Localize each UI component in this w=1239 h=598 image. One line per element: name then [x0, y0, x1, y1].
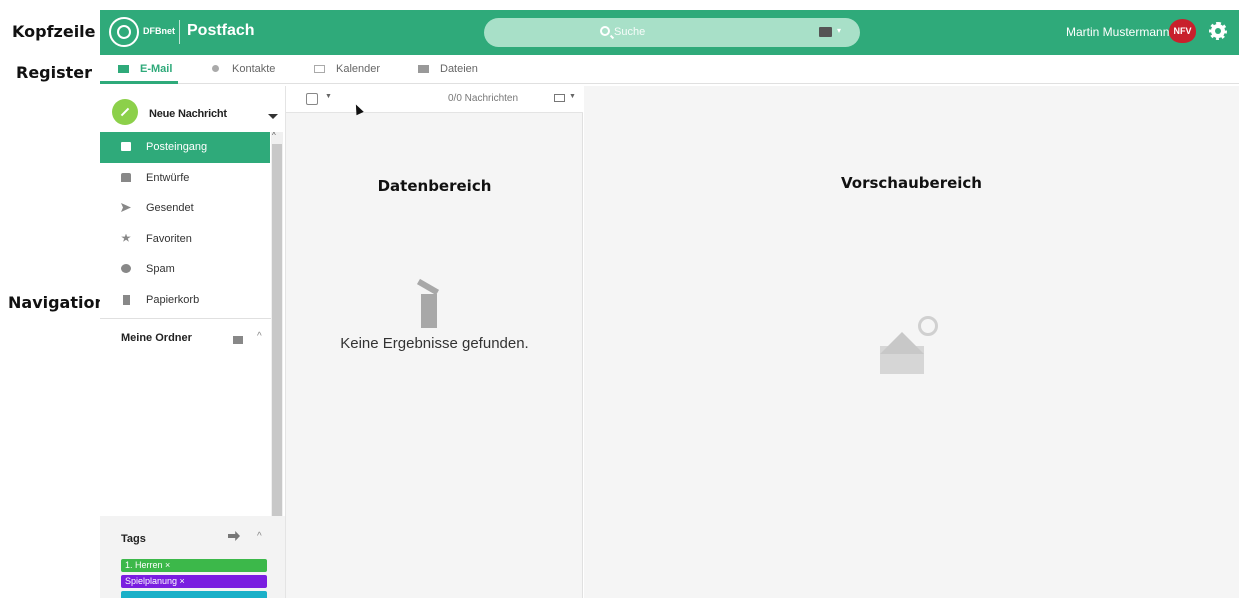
folder-list: Posteingang Entwürfe Gesendet Favoriten …	[100, 132, 270, 315]
preview-area-label: Vorschaubereich	[841, 174, 982, 192]
navigation-sidebar: Neue Nachricht Posteingang Entwürfe Gese…	[100, 86, 285, 598]
club-logo-icon[interactable]: NFV	[1169, 19, 1196, 43]
envelope-sort-icon[interactable]	[554, 94, 565, 102]
search-bar[interactable]: ▾	[484, 18, 860, 47]
tab-label: Dateien	[440, 63, 478, 75]
search-filter-icon[interactable]	[819, 27, 832, 37]
data-pane: ▼ 0/0 Nachrichten ▼ Datenbereich Keine E…	[285, 86, 583, 598]
open-envelope-at-icon	[880, 316, 938, 378]
message-toolbar: ▼ 0/0 Nachrichten ▼	[286, 86, 583, 113]
draft-icon	[121, 172, 131, 182]
tab-label: Kalender	[336, 63, 381, 75]
calendar-icon	[314, 65, 325, 73]
star-icon	[121, 233, 131, 242]
app-title: Postfach	[187, 22, 255, 39]
message-count: 0/0 Nachrichten	[448, 93, 519, 104]
folder-label: Posteingang	[146, 141, 208, 153]
annotation-register: Register	[16, 63, 93, 82]
sidebar-scrollbar[interactable]: ^	[271, 131, 283, 516]
folder-label: Entwürfe	[146, 171, 190, 184]
chevron-up-icon[interactable]: ^	[257, 331, 262, 342]
data-area-label: Datenbereich	[377, 177, 492, 195]
search-input[interactable]	[614, 23, 814, 41]
annotation-kopfzeile: Kopfzeile	[12, 22, 96, 41]
scrollbar-thumb[interactable]	[272, 144, 282, 516]
envelope-icon	[118, 65, 129, 73]
new-message-row[interactable]: Neue Nachricht	[100, 92, 285, 126]
brand-label: DFBnet	[143, 26, 175, 36]
chevron-down-icon[interactable]: ▼	[569, 93, 576, 100]
tag-label: 1. Herren	[125, 560, 163, 570]
folder-inbox[interactable]: Posteingang	[100, 132, 270, 163]
folder-trash[interactable]: Papierkorb	[100, 285, 270, 316]
spam-icon	[121, 264, 131, 273]
chevron-down-icon[interactable]: ▾	[837, 26, 841, 35]
briefcase-icon	[418, 65, 429, 73]
user-name[interactable]: Martin Mustermann	[1066, 25, 1169, 39]
tab-label: Kontakte	[232, 63, 276, 75]
folder-spam[interactable]: Spam	[100, 254, 270, 285]
tag-label: Spielplanung	[125, 576, 178, 586]
inbox-icon	[121, 142, 131, 151]
gear-icon[interactable]	[1209, 22, 1227, 40]
new-message-button[interactable]: Neue Nachricht	[149, 108, 227, 120]
tag-chip[interactable]: 1. Herren ×	[121, 559, 267, 572]
tab-email[interactable]: E-Mail	[100, 58, 178, 84]
active-tab-indicator	[100, 81, 178, 84]
tag-chip[interactable]	[121, 591, 267, 598]
top-header: DFBnet Postfach ▾ Martin Mustermann NFV	[100, 10, 1239, 55]
annotation-navigation: Navigation	[8, 293, 106, 312]
select-all-checkbox[interactable]	[306, 93, 318, 105]
folder-label: Papierkorb	[146, 293, 200, 306]
tags-panel: Tags ^ 1. Herren × Spielplanung ×	[100, 516, 285, 598]
caret-down-icon[interactable]	[268, 114, 278, 119]
add-folder-icon[interactable]	[233, 336, 243, 344]
folder-drafts[interactable]: Entwürfe	[100, 163, 270, 194]
chevron-down-icon[interactable]: ▼	[325, 93, 332, 100]
header-divider	[179, 20, 180, 44]
tab-label: E-Mail	[140, 63, 173, 75]
send-icon	[121, 203, 131, 212]
folder-label: Gesendet	[146, 202, 194, 214]
folder-sent[interactable]: Gesendet	[100, 193, 270, 224]
search-icon	[600, 26, 610, 36]
empty-bin-icon	[421, 294, 437, 328]
tag-chip[interactable]: Spielplanung ×	[121, 575, 267, 588]
preview-pane: Vorschaubereich	[584, 86, 1239, 598]
chevron-up-icon[interactable]: ^	[257, 531, 262, 542]
my-folders-heading: Meine Ordner	[121, 332, 192, 344]
chevron-up-icon[interactable]: ^	[272, 131, 276, 140]
pencil-icon[interactable]	[112, 99, 138, 125]
dfb-logo-icon[interactable]	[109, 17, 139, 47]
empty-state-text: Keine Ergebnisse gefunden.	[340, 335, 529, 352]
folder-label: Spam	[146, 263, 175, 275]
folder-favorites[interactable]: Favoriten	[100, 224, 270, 255]
tab-bar: E-Mail Kontakte Kalender Dateien	[100, 58, 1239, 84]
trash-icon	[123, 294, 130, 305]
person-icon	[212, 65, 219, 72]
folder-label: Favoriten	[146, 232, 192, 245]
tags-heading: Tags	[121, 533, 146, 545]
tag-add-icon[interactable]	[228, 531, 240, 541]
divider	[100, 318, 271, 319]
